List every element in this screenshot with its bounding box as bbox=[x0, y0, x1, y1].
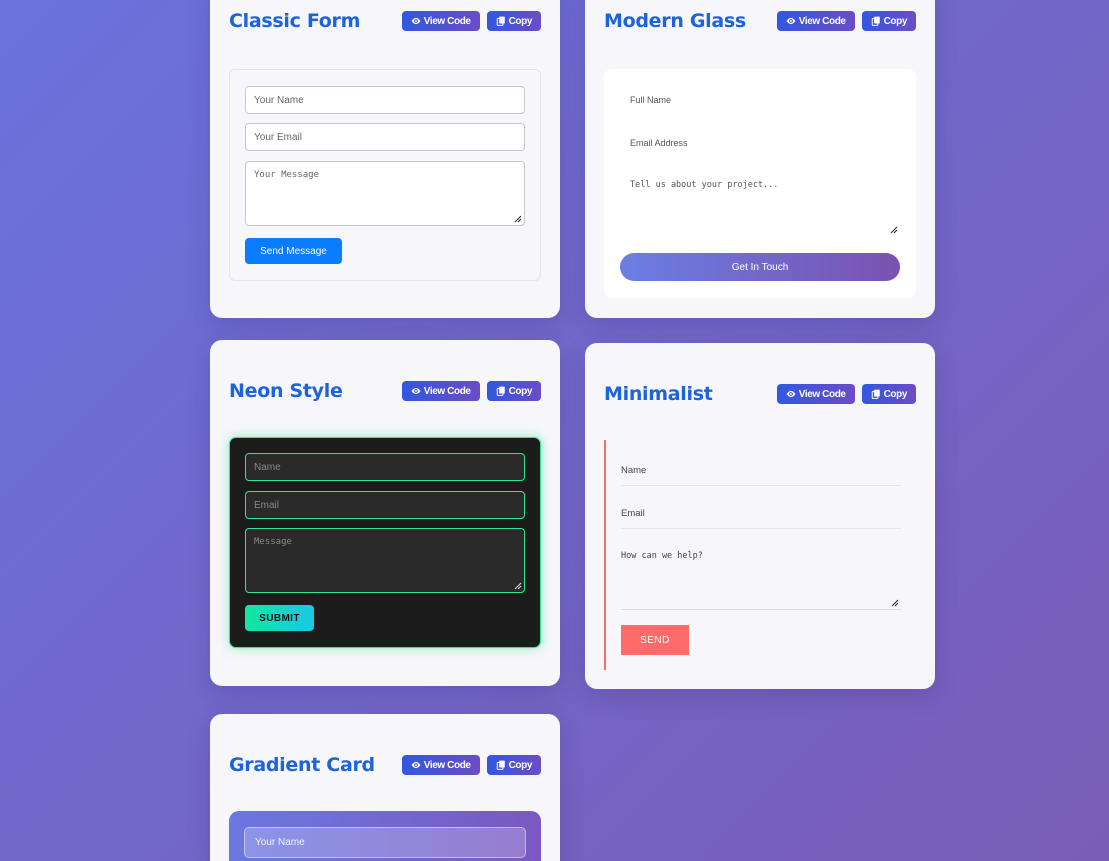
view-code-label: View Code bbox=[423, 385, 471, 397]
copy-label: Copy bbox=[883, 15, 908, 27]
eye-icon bbox=[786, 17, 796, 25]
copy-label: Copy bbox=[508, 15, 533, 27]
eye-icon bbox=[411, 17, 421, 25]
name-input[interactable]: Your Name bbox=[245, 86, 525, 114]
card-modern-glass: Modern Glass View Code Copy Full Name Em… bbox=[585, 0, 935, 318]
name-input[interactable]: Name bbox=[245, 453, 525, 481]
card-minimalist: Minimalist View Code Copy Name Email How… bbox=[585, 343, 935, 689]
accent-bar bbox=[604, 440, 606, 670]
submit-button[interactable]: SUBMIT bbox=[245, 605, 314, 631]
eye-icon bbox=[411, 387, 421, 395]
message-placeholder: Your Message bbox=[254, 170, 320, 180]
card-title: Minimalist bbox=[604, 383, 713, 405]
copy-button[interactable]: Copy bbox=[861, 11, 916, 31]
view-code-label: View Code bbox=[798, 15, 846, 27]
full-name-input[interactable]: Full Name bbox=[630, 95, 671, 105]
copy-button[interactable]: Copy bbox=[486, 755, 541, 775]
get-in-touch-button[interactable]: Get In Touch bbox=[620, 253, 900, 281]
neon-form: Name Email Message SUBMIT bbox=[229, 437, 541, 648]
send-message-button[interactable]: Send Message bbox=[245, 238, 342, 264]
project-textarea[interactable]: Tell us about your project... bbox=[630, 180, 778, 190]
email-input[interactable]: Your Email bbox=[245, 123, 525, 151]
card-header: Modern Glass View Code Copy bbox=[604, 10, 916, 32]
view-code-button[interactable]: View Code bbox=[401, 755, 480, 775]
view-code-label: View Code bbox=[423, 759, 471, 771]
message-placeholder: How can we help? bbox=[621, 551, 703, 561]
card-neon-style: Neon Style View Code Copy Name Email Mes… bbox=[210, 340, 560, 686]
copy-button[interactable]: Copy bbox=[486, 381, 541, 401]
card-title: Classic Form bbox=[229, 10, 361, 32]
message-textarea[interactable]: Your Message bbox=[245, 161, 525, 226]
copy-label: Copy bbox=[508, 385, 533, 397]
copy-icon bbox=[871, 16, 880, 26]
view-code-button[interactable]: View Code bbox=[776, 11, 855, 31]
copy-icon bbox=[496, 386, 505, 396]
copy-label: Copy bbox=[883, 388, 908, 400]
card-title: Gradient Card bbox=[229, 754, 375, 776]
card-classic-form: Classic Form View Code Copy Your Name Yo… bbox=[210, 0, 560, 318]
name-input[interactable]: Name bbox=[621, 443, 901, 486]
name-input[interactable]: Your Name bbox=[244, 827, 526, 858]
email-address-input[interactable]: Email Address bbox=[630, 138, 688, 148]
resize-grip-icon[interactable] bbox=[891, 599, 899, 607]
card-title: Neon Style bbox=[229, 380, 343, 402]
email-input[interactable]: Email bbox=[245, 491, 525, 519]
card-gradient: Gradient Card View Code Copy Your Name bbox=[210, 714, 560, 861]
card-header: Classic Form View Code Copy bbox=[229, 10, 541, 32]
message-textarea[interactable]: Message bbox=[245, 528, 525, 593]
card-header: Neon Style View Code Copy bbox=[229, 380, 541, 402]
card-header: Gradient Card View Code Copy bbox=[229, 754, 541, 776]
view-code-button[interactable]: View Code bbox=[401, 11, 480, 31]
resize-grip-icon[interactable] bbox=[514, 582, 522, 590]
view-code-label: View Code bbox=[798, 388, 846, 400]
resize-grip-icon[interactable] bbox=[514, 215, 522, 223]
copy-button[interactable]: Copy bbox=[861, 384, 916, 404]
email-input[interactable]: Email bbox=[621, 486, 901, 529]
message-placeholder: Message bbox=[254, 537, 292, 547]
resize-grip-icon[interactable] bbox=[890, 226, 898, 234]
glass-form: Full Name Email Address Tell us about yo… bbox=[604, 69, 916, 298]
view-code-label: View Code bbox=[423, 15, 471, 27]
copy-icon bbox=[496, 760, 505, 770]
eye-icon bbox=[411, 761, 421, 769]
eye-icon bbox=[786, 390, 796, 398]
help-textarea[interactable]: How can we help? bbox=[621, 547, 901, 610]
gradient-form: Your Name bbox=[229, 811, 541, 861]
copy-icon bbox=[871, 389, 880, 399]
card-header: Minimalist View Code Copy bbox=[604, 383, 916, 405]
copy-label: Copy bbox=[508, 759, 533, 771]
view-code-button[interactable]: View Code bbox=[401, 381, 480, 401]
copy-icon bbox=[496, 16, 505, 26]
send-button[interactable]: SEND bbox=[621, 625, 689, 655]
view-code-button[interactable]: View Code bbox=[776, 384, 855, 404]
classic-form: Your Name Your Email Your Message Send M… bbox=[229, 69, 541, 281]
copy-button[interactable]: Copy bbox=[486, 11, 541, 31]
card-title: Modern Glass bbox=[604, 10, 746, 32]
